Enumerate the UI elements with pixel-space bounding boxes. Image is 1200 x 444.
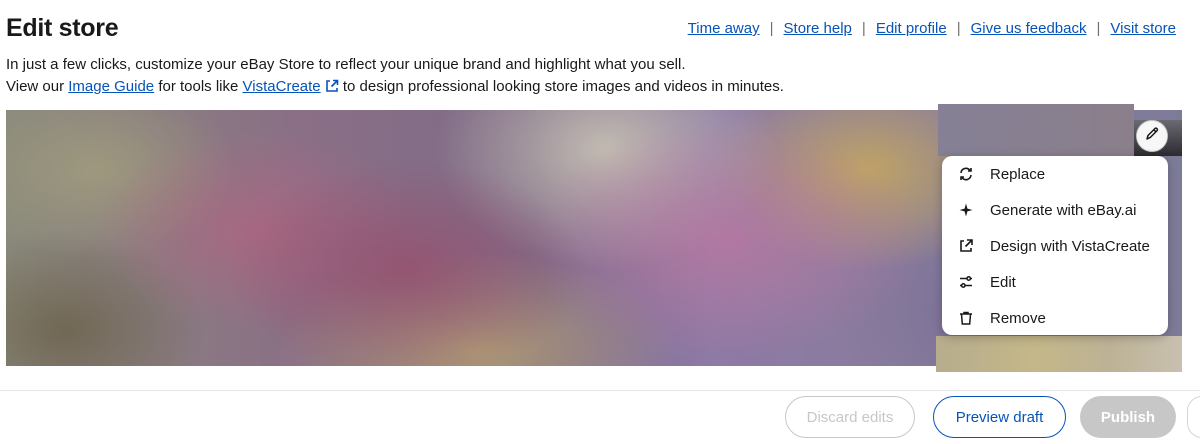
- external-link-icon: [325, 78, 339, 100]
- menu-item-edit[interactable]: Edit: [942, 264, 1168, 300]
- intro-line-2-prefix: View our: [6, 78, 65, 95]
- trash-icon: [942, 310, 990, 326]
- more-options-button[interactable]: [1187, 396, 1200, 438]
- top-links-nav: Time away | Store help | Edit profile | …: [688, 20, 1176, 37]
- billboard-overlay-region: [936, 336, 1182, 372]
- edit-billboard-button[interactable]: [1136, 120, 1168, 152]
- menu-item-remove[interactable]: Remove: [942, 300, 1168, 336]
- sliders-icon: [942, 274, 990, 290]
- publish-button[interactable]: Publish: [1080, 396, 1176, 438]
- menu-item-label: Design with VistaCreate: [990, 237, 1150, 255]
- visit-store-link[interactable]: Visit store: [1110, 20, 1176, 37]
- intro-line-2-suffix: to design professional looking store ima…: [342, 78, 784, 95]
- menu-item-generate-ai[interactable]: Generate with eBay.ai: [942, 192, 1168, 228]
- vistacreate-link[interactable]: VistaCreate: [243, 78, 321, 95]
- link-separator: |: [861, 20, 866, 37]
- intro-line-2: View our Image Guide for tools like Vist…: [6, 76, 784, 100]
- page-title: Edit store: [6, 14, 119, 42]
- replace-icon: [942, 166, 990, 182]
- footer-divider: [0, 390, 1200, 391]
- give-feedback-link[interactable]: Give us feedback: [971, 20, 1087, 37]
- menu-item-label: Remove: [990, 309, 1046, 327]
- pencil-icon: [1144, 126, 1160, 147]
- link-separator: |: [769, 20, 774, 37]
- store-help-link[interactable]: Store help: [784, 20, 852, 37]
- link-separator: |: [1096, 20, 1101, 37]
- menu-item-label: Generate with eBay.ai: [990, 201, 1137, 219]
- billboard-overlay-region: [938, 104, 1134, 156]
- menu-item-label: Replace: [990, 165, 1046, 183]
- intro-line-1: In just a few clicks, customize your eBa…: [6, 56, 686, 73]
- external-link-icon: [942, 238, 990, 254]
- edit-profile-link[interactable]: Edit profile: [876, 20, 947, 37]
- intro-text: In just a few clicks, customize your eBa…: [6, 54, 784, 100]
- time-away-link[interactable]: Time away: [688, 20, 760, 37]
- preview-draft-button[interactable]: Preview draft: [933, 396, 1066, 438]
- image-guide-link[interactable]: Image Guide: [68, 78, 154, 95]
- menu-item-label: Edit: [990, 273, 1016, 291]
- menu-item-replace[interactable]: Replace: [942, 156, 1168, 192]
- sparkle-icon: [942, 202, 990, 218]
- discard-edits-button[interactable]: Discard edits: [785, 396, 915, 438]
- intro-line-2-middle: for tools like: [158, 78, 239, 95]
- billboard-options-menu: Replace Generate with eBay.ai Design wit…: [942, 156, 1168, 335]
- menu-item-design-vistacreate[interactable]: Design with VistaCreate: [942, 228, 1168, 264]
- link-separator: |: [956, 20, 961, 37]
